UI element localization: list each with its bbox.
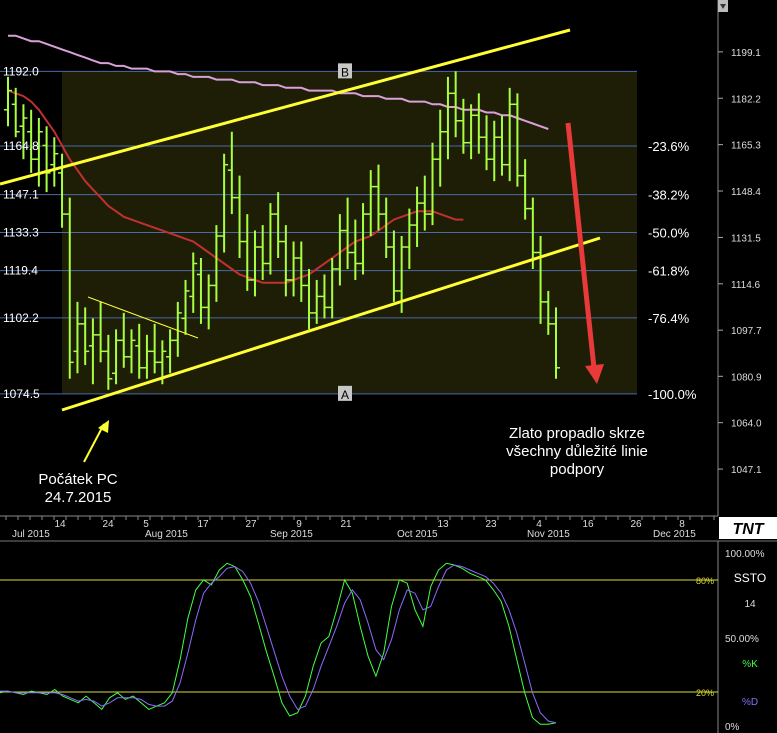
date-tick: 21	[340, 519, 352, 530]
level-label: 1133.3	[3, 225, 39, 239]
price-axis-tick: 1114.6	[731, 280, 761, 291]
oscillator-d-label: %D	[742, 697, 758, 708]
price-axis-tick: 1064.0	[731, 419, 762, 430]
price-axis-tick: 1080.9	[731, 372, 762, 383]
annotation-drop: podpory	[550, 461, 605, 478]
date-tick: 23	[485, 519, 497, 530]
oscillator-level-label: 80%	[696, 576, 714, 586]
oscillator-axis-tick: 50.00%	[725, 634, 759, 645]
date-tick: 13	[437, 519, 449, 530]
time-axis: 14 24 5 17 27 9 21 13 23 4 16 26 8Jul 2015 Aug 2015 Se…	[0, 515, 718, 540]
annotation-start: Počátek PC	[38, 471, 117, 488]
price-axis-tick: 1199.1	[731, 48, 761, 59]
level-label: 1147.1	[3, 188, 39, 202]
scrollbar[interactable]	[718, 0, 728, 12]
price-axis-tick: 1047.1	[731, 465, 762, 476]
oscillator-panel: 80% 20% 100.00% 50.00% 0% SSTO 14 %K %D	[0, 540, 777, 733]
level-label: 1164.8	[3, 139, 39, 153]
price-axis-tick: 1148.4	[731, 187, 761, 198]
level-label: 1074.5	[3, 387, 40, 401]
tnt-logo: TNT	[719, 517, 777, 539]
month-label: Sep 2015	[270, 529, 313, 540]
fib-label: -61.8%	[648, 264, 690, 279]
oscillator-period: 14	[744, 599, 756, 610]
oscillator-level-label: 20%	[696, 688, 714, 698]
oscillator-axis-tick: 0%	[725, 722, 740, 733]
date-tick: 17	[197, 519, 209, 530]
fib-label: -38.2%	[648, 188, 690, 203]
date-tick: 26	[630, 519, 642, 530]
month-label: Jul 2015	[12, 529, 50, 540]
annotation-drop: Zlato propadlo skrze	[509, 425, 645, 442]
level-label: 1102.2	[3, 311, 39, 325]
date-tick: 14	[54, 519, 66, 530]
price-axis-tick: 1165.3	[731, 141, 761, 152]
gold-chart: 1192.0 1164.8 1147.1 1133.3 1119.4 1102.2 1074…	[0, 0, 777, 733]
fib-point-label: A	[341, 388, 349, 402]
date-tick: 24	[102, 519, 114, 530]
oscillator-k-label: %K	[742, 659, 758, 670]
price-axis-tick: 1182.2	[731, 94, 761, 105]
fib-label: -100.0%	[648, 387, 697, 402]
level-label: 1119.4	[3, 264, 38, 278]
fib-label: -76.4%	[648, 311, 690, 326]
logo-text: TNT	[732, 521, 764, 538]
price-axis-tick: 1097.7	[731, 326, 762, 337]
fib-label: -23.6%	[648, 139, 690, 154]
fib-label: -50.0%	[648, 225, 690, 240]
month-label: Dec 2015	[653, 529, 696, 540]
month-label: Aug 2015	[145, 529, 188, 540]
month-label: Oct 2015	[397, 529, 438, 540]
date-tick: 16	[582, 519, 594, 530]
fib-point-label: B	[341, 65, 349, 79]
level-label: 1192.0	[3, 64, 39, 78]
price-axis-tick: 1131.5	[731, 233, 761, 244]
annotation-start: 24.7.2015	[45, 489, 112, 506]
oscillator-title: SSTO	[734, 571, 766, 585]
date-tick: 27	[245, 519, 257, 530]
oscillator-axis-tick: 100.00%	[725, 549, 765, 560]
annotation-drop: všechny důležité linie	[506, 443, 648, 460]
month-label: Nov 2015	[527, 529, 570, 540]
